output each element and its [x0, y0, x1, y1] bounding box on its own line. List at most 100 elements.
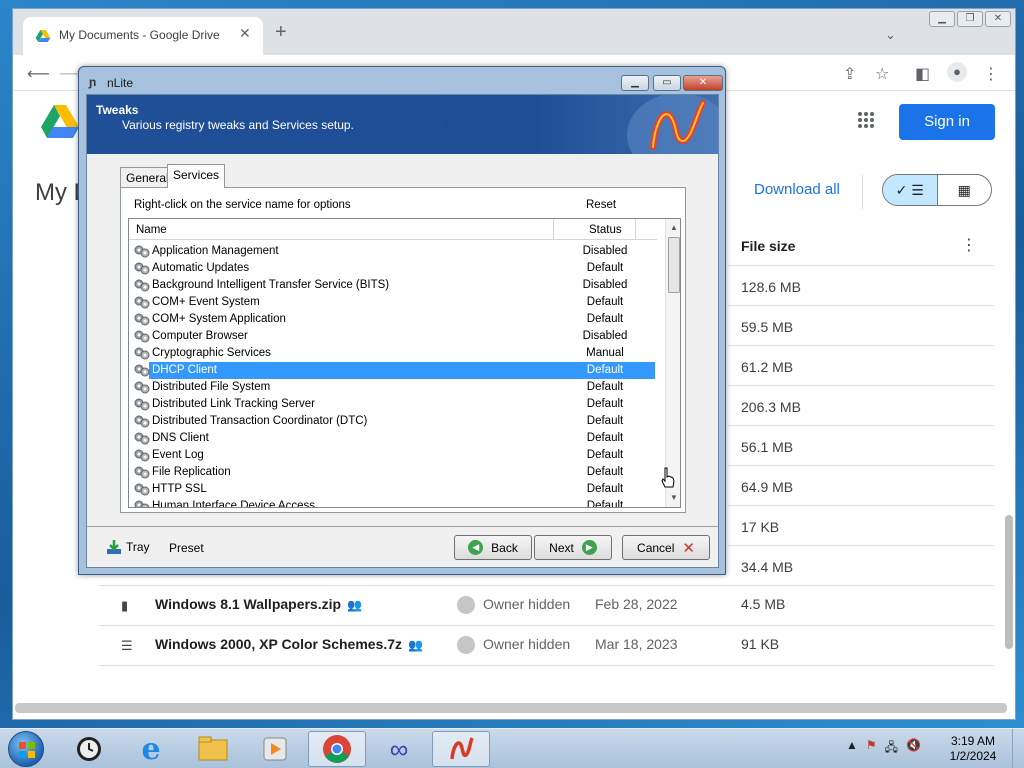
list-item[interactable]: Distributed Link Tracking Server Default [129, 396, 657, 413]
file-size-cell: 206.3 MB [741, 399, 801, 415]
taskbar-internet-explorer[interactable]: e [122, 731, 180, 767]
scroll-up-arrow-icon[interactable]: ▲ [670, 223, 678, 232]
table-row[interactable]: ☰ Windows 2000, XP Color Schemes.7z 👥 Own… [99, 626, 994, 666]
file-name: Windows 2000, XP Color Schemes.7z 👥 [155, 636, 423, 652]
list-item[interactable]: Event Log Default [129, 447, 657, 464]
show-desktop-button[interactable] [1012, 729, 1024, 768]
preset-button[interactable]: Preset [169, 541, 204, 555]
list-item[interactable]: Automatic Updates Default [129, 260, 657, 277]
row-divider [728, 465, 994, 466]
service-gear-icon [134, 500, 150, 507]
file-size-cell: 64.9 MB [741, 479, 794, 495]
service-name: DNS Client [152, 432, 209, 444]
vertical-scrollbar-thumb[interactable] [1005, 515, 1013, 649]
cancel-button[interactable]: Cancel ✕ [622, 535, 710, 560]
list-item[interactable]: Background Intelligent Transfer Service … [129, 277, 657, 294]
start-button[interactable] [8, 731, 44, 767]
taskbar-clock[interactable]: 3:19 AM 1/2/2024 [946, 734, 1000, 764]
share-icon[interactable]: ⇪ [843, 64, 856, 84]
kebab-menu-icon[interactable]: ⋮ [983, 64, 999, 84]
browser-tab-drive[interactable]: My Documents - Google Drive ✕ [23, 17, 263, 55]
google-apps-icon[interactable] [857, 111, 875, 129]
services-list[interactable]: Name Status Application Management Disabl… [128, 218, 681, 508]
scrollbar-thumb[interactable] [668, 237, 680, 293]
tab-services[interactable]: Services [167, 164, 226, 188]
reset-link[interactable]: Reset [586, 199, 616, 211]
tab-close-icon[interactable]: ✕ [239, 25, 251, 42]
column-divider[interactable] [635, 219, 636, 240]
maximize-icon[interactable]: ❐ [957, 11, 983, 27]
service-gear-icon [134, 262, 150, 275]
owner-cell: Owner hidden [483, 596, 571, 612]
column-header-status[interactable]: Status [589, 224, 622, 236]
service-gear-icon [134, 279, 150, 292]
list-scrollbar[interactable]: ▲ ▼ [665, 219, 680, 507]
column-header-name[interactable]: Name [136, 224, 167, 236]
bookmark-star-icon[interactable]: ☆ [875, 64, 889, 84]
side-panel-icon[interactable]: ◧ [915, 64, 930, 84]
list-item[interactable]: Distributed File System Default [129, 379, 657, 396]
maximize-icon[interactable]: ▭ [653, 75, 681, 91]
list-item[interactable]: Application Management Disabled [129, 243, 657, 260]
tray-button[interactable]: Tray [106, 539, 150, 555]
nlite-app-icon: ɲ [89, 75, 97, 89]
list-item[interactable]: COM+ Event System Default [129, 294, 657, 311]
page-subtitle: Various registry tweaks and Services set… [122, 118, 354, 132]
more-options-icon[interactable]: ⋮ [961, 235, 977, 255]
list-view-button[interactable]: ✓ ☰ [883, 175, 938, 205]
show-hidden-icons-arrow-icon[interactable]: ▲ [846, 738, 858, 759]
next-button[interactable]: Next ▶ [534, 535, 612, 560]
service-gear-icon [134, 432, 150, 445]
file-size-cell: 4.5 MB [741, 596, 786, 612]
taskbar-media-player[interactable] [246, 731, 304, 767]
back-arrow-icon: ◀ [468, 540, 484, 555]
row-divider [728, 345, 994, 346]
taskbar-infinity-app[interactable]: ∞ [370, 731, 428, 767]
list-item[interactable]: COM+ System Application Default [129, 311, 657, 328]
row-divider [728, 385, 994, 386]
list-item[interactable]: Distributed Transaction Coordinator (DTC… [129, 413, 657, 430]
column-header-file-size[interactable]: File size [741, 238, 795, 254]
list-item[interactable]: Cryptographic Services Manual [129, 345, 657, 362]
profile-avatar-icon[interactable]: ● [947, 62, 967, 82]
action-center-icon[interactable]: ⚑ [866, 738, 877, 759]
volume-muted-icon[interactable]: 🔇 [906, 738, 921, 759]
service-gear-icon [134, 381, 150, 394]
sign-in-button[interactable]: Sign in [899, 104, 995, 140]
column-divider[interactable] [553, 219, 554, 240]
download-all-button[interactable]: Download all [754, 181, 840, 198]
back-arrow-icon[interactable]: ⟵ [27, 64, 50, 84]
service-gear-icon [134, 449, 150, 462]
scroll-down-arrow-icon[interactable]: ▼ [670, 493, 678, 502]
new-tab-button[interactable]: + [275, 22, 287, 42]
shared-people-icon: 👥 [347, 598, 363, 612]
list-item[interactable]: DHCP Client Default [129, 362, 657, 379]
tab-search-chevron-icon[interactable]: ⌄ [885, 27, 896, 43]
list-item[interactable]: DNS Client Default [129, 430, 657, 447]
taskbar-nlite[interactable] [432, 731, 490, 767]
service-name: Human Interface Device Access [152, 500, 315, 508]
list-item[interactable]: HTTP SSL Default [129, 481, 657, 498]
minimize-icon[interactable]: ▁ [929, 11, 955, 27]
back-button[interactable]: ◀ Back [454, 535, 532, 560]
close-icon[interactable]: ✕ [683, 75, 723, 91]
nlite-titlebar[interactable]: ɲ nLite ▁ ▭ ✕ [79, 67, 725, 95]
close-icon[interactable]: ✕ [985, 11, 1011, 27]
list-item[interactable]: Human Interface Device Access Default [129, 498, 657, 508]
horizontal-scrollbar[interactable] [15, 703, 1007, 713]
table-row[interactable]: ▮ Windows 8.1 Wallpapers.zip 👥 Owner hidd… [99, 586, 994, 626]
service-status: Default [586, 500, 624, 508]
service-gear-icon [134, 483, 150, 496]
service-name: Event Log [152, 449, 204, 461]
grid-view-button[interactable]: ▦ [938, 175, 992, 205]
service-gear-icon [134, 245, 150, 258]
row-divider [728, 505, 994, 506]
minimize-icon[interactable]: ▁ [621, 75, 649, 91]
service-status: Default [586, 398, 624, 410]
network-icon[interactable]: 🖧 [885, 738, 898, 759]
taskbar-chrome[interactable] [308, 731, 366, 767]
taskbar-clock-app[interactable] [60, 731, 118, 767]
list-item[interactable]: Computer Browser Disabled [129, 328, 657, 345]
taskbar-file-explorer[interactable] [184, 731, 242, 767]
list-item[interactable]: File Replication Default [129, 464, 657, 481]
